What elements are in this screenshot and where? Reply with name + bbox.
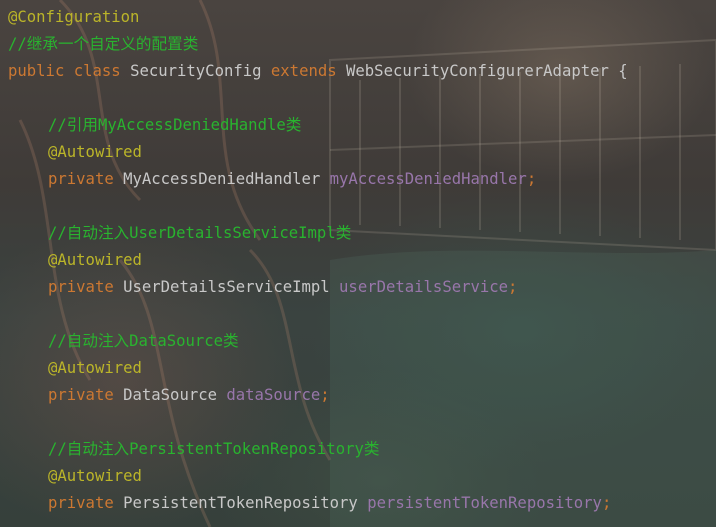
- code-line-annotation: @Configuration: [8, 4, 628, 31]
- code-line-comment: //自动注入PersistentTokenRepository类: [8, 436, 628, 463]
- code-line-comment: //自动注入DataSource类: [8, 328, 628, 355]
- annotation-configuration: @Configuration: [8, 8, 140, 26]
- code-line-comment: //自动注入UserDetailsServiceImpl类: [8, 220, 628, 247]
- code-line-annotation: @Autowired: [8, 355, 628, 382]
- code-line-comment: //引用MyAccessDeniedHandle类: [8, 112, 628, 139]
- annotation-autowired: @Autowired: [48, 251, 142, 269]
- field-comment: //自动注入PersistentTokenRepository类: [48, 440, 380, 458]
- code-line-comment: //继承一个自定义的配置类: [8, 31, 628, 58]
- annotation-autowired: @Autowired: [48, 143, 142, 161]
- semicolon: ;: [601, 494, 612, 512]
- code-line-class-declaration: public class SecurityConfig extends WebS…: [8, 58, 628, 85]
- keyword-private: private: [48, 386, 114, 404]
- field-comment: //引用MyAccessDeniedHandle类: [48, 116, 302, 134]
- annotation-autowired: @Autowired: [48, 359, 142, 377]
- code-line-annotation: @Autowired: [8, 247, 628, 274]
- code-block: @Configuration //继承一个自定义的配置类 public clas…: [8, 4, 628, 517]
- field-type: UserDetailsServiceImpl: [123, 278, 330, 296]
- field-name: persistentTokenRepository: [367, 494, 602, 512]
- field-name: userDetailsService: [339, 278, 509, 296]
- field-name: dataSource: [226, 386, 321, 404]
- code-line-annotation: @Autowired: [8, 463, 628, 490]
- code-line-field: private PersistentTokenRepository persis…: [8, 490, 628, 517]
- field-type: MyAccessDeniedHandler: [123, 170, 321, 188]
- class-name: SecurityConfig: [130, 62, 262, 80]
- field-type: PersistentTokenRepository: [123, 494, 358, 512]
- semicolon: ;: [508, 278, 518, 296]
- field-type: DataSource: [123, 386, 217, 404]
- field-name: myAccessDeniedHandler: [329, 170, 527, 188]
- open-brace: {: [618, 62, 628, 80]
- field-comment: //自动注入DataSource类: [48, 332, 239, 350]
- keyword-extends: extends: [270, 62, 337, 80]
- semicolon: ;: [320, 386, 330, 404]
- code-line-field: private MyAccessDeniedHandler myAccessDe…: [8, 166, 628, 193]
- annotation-autowired: @Autowired: [48, 467, 142, 485]
- keyword-private: private: [48, 170, 114, 188]
- keyword-private: private: [48, 494, 114, 512]
- code-line-field: private DataSource dataSource;: [8, 382, 628, 409]
- keyword-public: public: [8, 62, 65, 80]
- field-comment: //自动注入UserDetailsServiceImpl类: [48, 224, 352, 242]
- class-comment: //继承一个自定义的配置类: [8, 35, 199, 53]
- code-line-field: private UserDetailsServiceImpl userDetai…: [8, 274, 628, 301]
- semicolon: ;: [526, 170, 537, 188]
- code-line-annotation: @Autowired: [8, 139, 628, 166]
- code-editor[interactable]: @Configuration //继承一个自定义的配置类 public clas…: [0, 0, 716, 527]
- keyword-class: class: [73, 62, 121, 80]
- parent-class-name: WebSecurityConfigurerAdapter: [346, 62, 609, 80]
- keyword-private: private: [48, 278, 114, 296]
